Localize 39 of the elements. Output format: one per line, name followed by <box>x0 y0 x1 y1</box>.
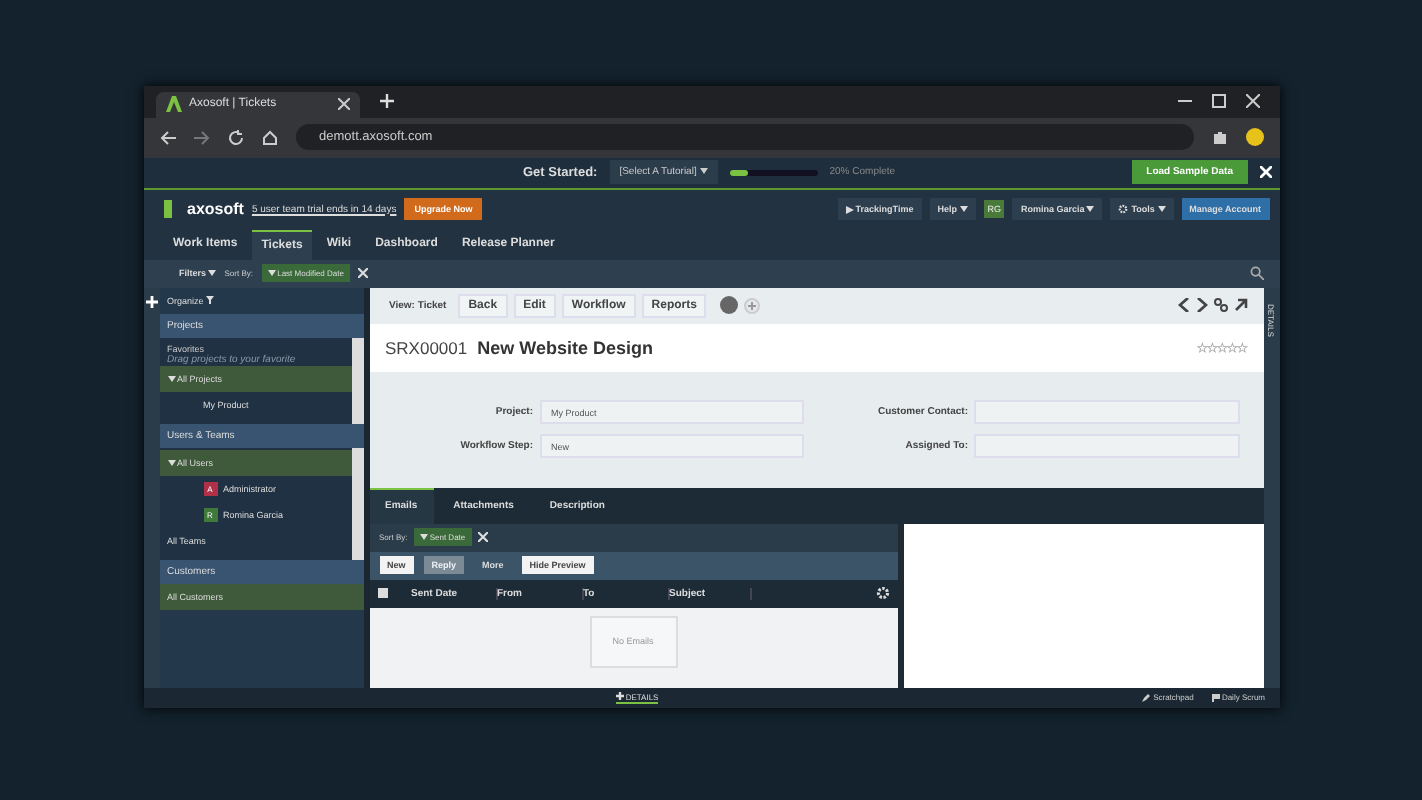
search-icon[interactable] <box>1249 266 1263 280</box>
ticket-id: SRX00001 <box>385 337 468 357</box>
gear-icon <box>1118 204 1129 215</box>
caret-icon <box>208 270 217 277</box>
user-icon[interactable] <box>720 296 739 314</box>
profile-avatar[interactable] <box>1245 128 1263 146</box>
caret-icon <box>959 206 968 213</box>
settings-icon[interactable] <box>875 586 889 600</box>
maximize-icon[interactable] <box>1211 93 1225 107</box>
link-icon[interactable] <box>1213 298 1227 312</box>
close-icon[interactable] <box>337 98 349 110</box>
caret-icon <box>167 375 175 382</box>
pencil-icon <box>1142 693 1151 702</box>
caret-icon <box>167 459 175 466</box>
flag-icon <box>1211 693 1220 702</box>
reload-icon[interactable] <box>227 129 243 145</box>
checkbox[interactable] <box>377 588 387 598</box>
close-icon[interactable] <box>477 532 488 542</box>
caret-icon <box>699 168 708 175</box>
close-icon[interactable] <box>1245 93 1259 107</box>
play-icon <box>845 205 854 214</box>
next-icon[interactable] <box>1195 298 1207 312</box>
plus-icon[interactable] <box>145 295 157 307</box>
ticket-title: New Website Design <box>477 337 653 357</box>
previous-icon[interactable] <box>1177 298 1189 312</box>
expand-icon[interactable] <box>1233 298 1247 312</box>
close-icon[interactable] <box>357 268 368 278</box>
logo-icon <box>165 96 181 112</box>
home-icon[interactable] <box>261 129 277 145</box>
filter-icon <box>206 296 215 305</box>
new-tab-icon[interactable] <box>379 93 393 107</box>
caret-icon <box>1157 206 1166 213</box>
plus-icon <box>615 692 624 701</box>
back-icon[interactable] <box>159 129 175 145</box>
caret-icon <box>419 534 428 541</box>
forward-icon[interactable] <box>193 129 209 145</box>
caret-icon <box>1086 206 1095 213</box>
caret-icon <box>267 270 275 277</box>
logo[interactable]: axosoft <box>163 200 244 218</box>
